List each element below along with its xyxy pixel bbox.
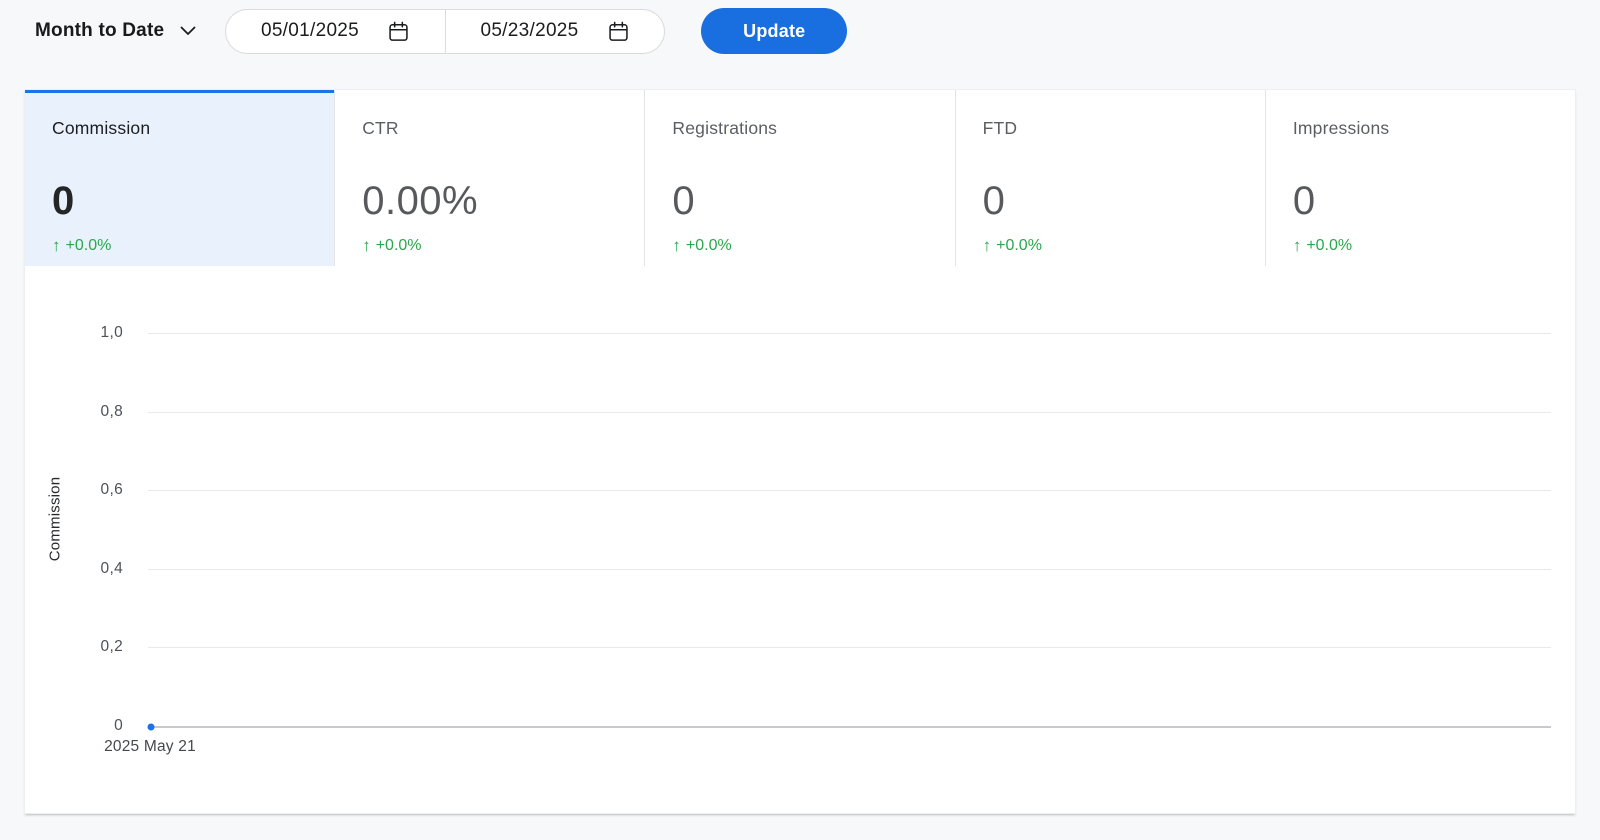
metric-label: Impressions [1292,118,1390,138]
commission-line-chart: Commission 1,0 0,8 0,6 0,4 0,2 0 2025 May 21 [25,266,1575,813]
chevron-down-icon [180,26,196,35]
metric-delta-value: +0.0% [685,237,732,254]
metric-delta: ↑ +0.0% [1293,236,1565,256]
metric-label: Commission [52,118,151,138]
tab-commission[interactable]: Commission 0 ↑ +0.0% [25,90,335,266]
metric-delta-value: +0.0% [1306,237,1353,254]
range-preset-label: Month to Date [35,20,165,41]
gridline [148,647,1551,649]
metric-value: 0 [672,179,696,223]
y-tick-label: 0 [114,717,123,734]
y-tick-label: 0,6 [100,481,123,499]
metric-delta: ↑ +0.0% [672,236,944,256]
metric-value: 0 [982,179,1006,223]
metric-label: FTD [982,118,1018,138]
tab-registrations[interactable]: Registrations 0 ↑ +0.0% [644,90,955,266]
dashboard-card: Commission 0 ↑ +0.0% CTR 0.00% ↑ +0.0% R… [25,90,1576,813]
end-date-value: 05/23/2025 [480,20,579,41]
data-point [147,723,154,731]
start-date-value: 05/01/2025 [260,20,360,41]
metric-value: 0.00% [362,179,479,223]
gridline [148,333,1551,334]
start-date-input[interactable]: 05/01/2025 [226,10,445,53]
metric-delta: ↑ +0.0% [52,236,324,256]
x-axis-baseline [148,726,1551,728]
metric-delta-value: +0.0% [996,237,1042,254]
date-range-preset-dropdown[interactable]: Month to Date [35,9,196,53]
metric-delta-value: +0.0% [65,237,112,254]
metric-delta: ↑ +0.0% [983,236,1255,256]
update-button[interactable]: Update [701,8,848,54]
y-tick-label: 1,0 [100,324,123,341]
tab-ftd[interactable]: FTD 0 ↑ +0.0% [954,90,1265,266]
arrow-up-icon: ↑ [362,236,371,255]
y-tick-label: 0,8 [100,402,123,420]
metric-value: 0 [1292,179,1316,223]
y-tick-label: 0,4 [100,559,123,577]
date-range-picker: 05/01/2025 05/23/2025 [225,8,666,54]
calendar-icon[interactable] [607,20,630,43]
arrow-up-icon: ↑ [1292,236,1302,255]
tab-impressions[interactable]: Impressions 0 ↑ +0.0% [1264,90,1576,266]
metric-tabs-row: Commission 0 ↑ +0.0% CTR 0.00% ↑ +0.0% R… [25,90,1576,266]
gridline [148,411,1551,413]
arrow-up-icon: ↑ [52,236,61,255]
gridline [148,568,1551,570]
end-date-input[interactable]: 05/23/2025 [444,9,665,53]
metric-value: 0 [52,179,75,223]
topbar: Month to Date 05/01/2025 05/23/2025 Upda… [0,0,1600,62]
metric-delta-value: +0.0% [375,237,422,254]
tab-ctr[interactable]: CTR 0.00% ↑ +0.0% [334,90,645,266]
y-tick-label: 0,2 [100,638,123,656]
gridline [148,490,1551,492]
x-tick-label: 2025 May 21 [104,738,196,755]
metric-delta: ↑ +0.0% [362,236,634,256]
arrow-up-icon: ↑ [982,236,992,255]
metric-label: Registrations [672,118,778,138]
arrow-up-icon: ↑ [672,236,681,255]
metric-label: CTR [362,118,399,138]
calendar-icon[interactable] [387,20,410,43]
